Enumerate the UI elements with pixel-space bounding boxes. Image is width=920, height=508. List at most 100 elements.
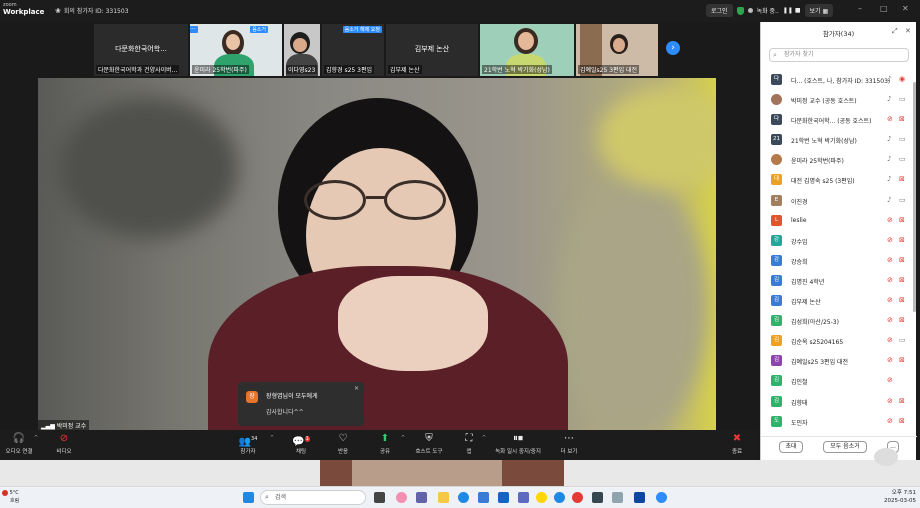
camera-on-icon[interactable]: ▭ xyxy=(899,336,906,344)
audio-button[interactable]: 🎧 오디오 연결 ^ xyxy=(4,433,38,455)
end-button[interactable]: ✖ 종료 xyxy=(726,433,748,455)
close-window-icon[interactable]: ✕ xyxy=(902,4,909,13)
edge-icon[interactable] xyxy=(458,492,469,503)
zoom-icon[interactable] xyxy=(656,492,667,503)
participant-row[interactable]: 대 대전 김명숙 s25 (3편입) ♪ ⊠ xyxy=(761,170,913,190)
kakaotalk-icon[interactable] xyxy=(536,492,547,503)
view-button[interactable]: 보기 ▦ xyxy=(804,4,834,17)
participant-row[interactable]: 강 강수임 ⊘ ⊠ xyxy=(761,231,913,251)
participant-row[interactable]: 강 강승희 ⊘ ⊠ xyxy=(761,251,913,271)
close-icon[interactable]: ✕ xyxy=(905,27,911,35)
login-button[interactable]: 로그인 xyxy=(706,4,733,17)
app-icon[interactable] xyxy=(634,492,645,503)
app-icon[interactable] xyxy=(592,492,603,503)
close-icon[interactable]: ✕ xyxy=(354,385,359,392)
mic-off-icon[interactable]: ⊘ xyxy=(887,397,893,405)
camera-on-icon[interactable]: ▭ xyxy=(899,95,906,103)
app-icon[interactable] xyxy=(554,492,565,503)
participant-row[interactable]: 김 김명진 4학년 ⊘ ⊠ xyxy=(761,271,913,291)
tile-menu-icon[interactable]: ··· xyxy=(190,26,198,33)
camera-off-icon[interactable]: ⊠ xyxy=(899,316,905,324)
camera-off-icon[interactable]: ⊠ xyxy=(899,115,905,123)
mic-off-icon[interactable]: ⊘ xyxy=(887,417,893,425)
folder-icon[interactable] xyxy=(438,492,449,503)
mic-off-icon[interactable]: ⊘ xyxy=(887,316,893,324)
chat-button[interactable]: 💬1 채팅 xyxy=(290,433,312,455)
participant-row[interactable]: 다 다문화한국어학... (공동 호스트) ⊘ ⊠ xyxy=(761,110,913,130)
participant-row[interactable]: E 이진경 ♪ ▭ xyxy=(761,191,913,211)
participant-row[interactable]: 윤미라 25학번(파주) ♪ ▭ xyxy=(761,150,913,170)
clock[interactable]: 오후 7:51 2025-03-05 xyxy=(872,489,916,505)
camera-on-icon[interactable]: ▭ xyxy=(899,155,906,163)
thumbnail-tile[interactable]: ··· 음소거 윤미라 25학번(파주) xyxy=(190,24,282,76)
recording-icon[interactable]: ◉ xyxy=(899,75,905,83)
mic-off-icon[interactable]: ⊘ xyxy=(887,236,893,244)
participant-row[interactable]: 박미정 교수 (공동 호스트) ♪ ▭ xyxy=(761,90,913,110)
meeting-info[interactable]: ❀ 회의 참가자 ID: 331503 xyxy=(55,6,129,16)
react-button[interactable]: ♡ 반응 xyxy=(332,433,354,455)
participant-row[interactable]: 김 김향태 ⊘ ⊠ xyxy=(761,392,913,412)
mic-off-icon[interactable]: ⊘ xyxy=(887,256,893,264)
camera-off-icon[interactable]: ⊠ xyxy=(899,397,905,405)
mic-on-icon[interactable]: ♪ xyxy=(887,135,891,143)
participant-search-input[interactable]: ⌕ 참가자 찾기 xyxy=(769,48,909,62)
mute-all-button[interactable]: 모두 음소거 xyxy=(823,441,867,453)
app-icon[interactable] xyxy=(612,492,623,503)
participant-row[interactable]: 김 김순옥 s25204165 ⊘ ▭ xyxy=(761,331,913,351)
participant-row[interactable]: 김 김인철 ⊘ xyxy=(761,371,913,391)
store-icon[interactable] xyxy=(478,492,489,503)
video-button[interactable]: ⊘ 비디오 xyxy=(52,433,76,455)
thumbnail-tile[interactable]: 김부제 논산 김부제 논산 xyxy=(386,24,478,76)
participant-row[interactable]: 김 김예일s25 3편입 대전 ⊘ ⊠ xyxy=(761,351,913,371)
thumbnail-tile[interactable]: 음소거 해제 요청 김향경 s25 3편입 xyxy=(322,24,384,76)
participant-row[interactable]: 다 다... (호스트, 나, 참가자 ID: 331503) ♪ ◉ xyxy=(761,70,913,90)
teams-icon[interactable] xyxy=(416,492,427,503)
mic-off-icon[interactable]: ⊘ xyxy=(887,356,893,364)
participant-row[interactable]: Lleslie ⊘ ⊠ xyxy=(761,211,913,231)
mic-on-icon[interactable]: ♪ xyxy=(887,155,891,163)
host-tools-button[interactable]: ⛨ 호스트 도구 xyxy=(412,433,446,455)
share-button[interactable]: ⬆ 공유 ^ xyxy=(374,433,405,455)
minimize-icon[interactable]: – xyxy=(858,4,862,13)
participant-row[interactable]: 도 도민자 ⊘ ⊠ xyxy=(761,412,913,430)
camera-off-icon[interactable]: ⊠ xyxy=(899,236,905,244)
camera-off-icon[interactable]: ⊠ xyxy=(899,356,905,364)
popout-icon[interactable]: ⤢ xyxy=(892,27,898,36)
mic-on-icon[interactable]: ♪ xyxy=(887,175,891,183)
mic-on-icon[interactable]: ♪ xyxy=(887,75,891,83)
task-view-icon[interactable] xyxy=(374,492,385,503)
app-icon[interactable] xyxy=(518,492,529,503)
chevron-up-icon[interactable]: ^ xyxy=(270,435,274,441)
start-icon[interactable] xyxy=(243,492,254,503)
chrome-icon[interactable] xyxy=(572,492,583,503)
camera-on-icon[interactable]: ▭ xyxy=(899,196,906,204)
outlook-icon[interactable] xyxy=(498,492,509,503)
scrollbar[interactable] xyxy=(913,82,916,312)
copilot-icon[interactable] xyxy=(396,492,407,503)
mic-off-icon[interactable]: ⊘ xyxy=(887,336,893,344)
camera-on-icon[interactable]: ▭ xyxy=(899,135,906,143)
mic-off-icon[interactable]: ⊘ xyxy=(887,276,893,284)
mic-on-icon[interactable]: ♪ xyxy=(887,196,891,204)
thumbnail-tile[interactable]: 김예일s25 3편입 대전 xyxy=(576,24,658,76)
mic-on-icon[interactable]: ♪ xyxy=(887,95,891,103)
camera-off-icon[interactable]: ⊠ xyxy=(899,216,905,224)
mic-off-icon[interactable]: ⊘ xyxy=(887,216,893,224)
taskbar-search[interactable]: ⌕ 검색 xyxy=(260,490,366,505)
weather-widget[interactable]: 5°C 흐림 xyxy=(2,489,19,505)
thumbnail-tile[interactable]: 21학번 노혁 박기화(성남) xyxy=(480,24,574,76)
participant-row[interactable]: 김 김부제 논산 ⊘ ⊠ xyxy=(761,291,913,311)
mic-off-icon[interactable]: ⊘ xyxy=(887,296,893,304)
participant-row[interactable]: 21 21학번 노혁 박기화(성남) ♪ ▭ xyxy=(761,130,913,150)
apps-button[interactable]: ⛶ 앱 ^ xyxy=(458,433,487,455)
chevron-up-icon[interactable]: ^ xyxy=(482,435,486,441)
camera-off-icon[interactable]: ⊠ xyxy=(899,175,905,183)
chevron-up-icon[interactable]: ^ xyxy=(401,435,405,441)
floating-bubble[interactable] xyxy=(874,448,898,466)
shield-icon[interactable] xyxy=(736,6,744,15)
chevron-up-icon[interactable]: ^ xyxy=(34,435,38,441)
camera-off-icon[interactable]: ⊠ xyxy=(899,256,905,264)
camera-off-icon[interactable]: ⊠ xyxy=(899,276,905,284)
recording-button[interactable]: ⏸⏹ 녹화 일시 중지/중지 xyxy=(492,433,544,455)
chat-notification[interactable]: 장 장형엽님이 모두에게 감사합니다^^ ✕ xyxy=(238,382,364,426)
